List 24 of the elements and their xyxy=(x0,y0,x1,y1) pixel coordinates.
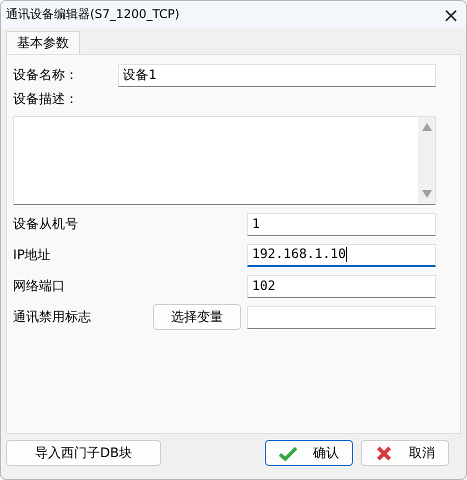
close-button[interactable]: × xyxy=(436,1,466,28)
scroll-up-icon[interactable] xyxy=(422,123,432,131)
close-icon xyxy=(375,446,393,460)
field-label: 网络端口 xyxy=(13,278,65,295)
input-field[interactable]: 192.168.1.10 xyxy=(247,244,436,266)
window-title: 通讯设备编辑器(S7_1200_TCP) xyxy=(6,6,180,23)
select-variable-button[interactable]: 选择变量 xyxy=(153,304,241,330)
scroll-down-icon[interactable] xyxy=(422,190,432,198)
scrollbar[interactable] xyxy=(418,117,435,204)
input-field[interactable]: 设备1 xyxy=(118,64,436,86)
checkmark-icon xyxy=(279,446,297,460)
tab[interactable]: 基本参数 xyxy=(6,31,80,54)
input-field[interactable]: 1 xyxy=(247,212,436,236)
field-label: IP地址 xyxy=(13,247,51,264)
input-field[interactable] xyxy=(247,306,436,328)
ok-button[interactable]: 确认 xyxy=(265,440,353,466)
cancel-button[interactable]: 取消 xyxy=(361,440,449,466)
text-area[interactable] xyxy=(13,116,436,205)
field-label: 设备从机号 xyxy=(13,216,78,233)
import-button[interactable]: 导入西门子DB块 xyxy=(6,440,161,466)
field-label: 设备描述： xyxy=(13,91,78,108)
field-label: 设备名称： xyxy=(13,67,79,84)
input-field[interactable]: 102 xyxy=(247,274,436,298)
field-label: 通讯禁用标志 xyxy=(13,309,92,326)
